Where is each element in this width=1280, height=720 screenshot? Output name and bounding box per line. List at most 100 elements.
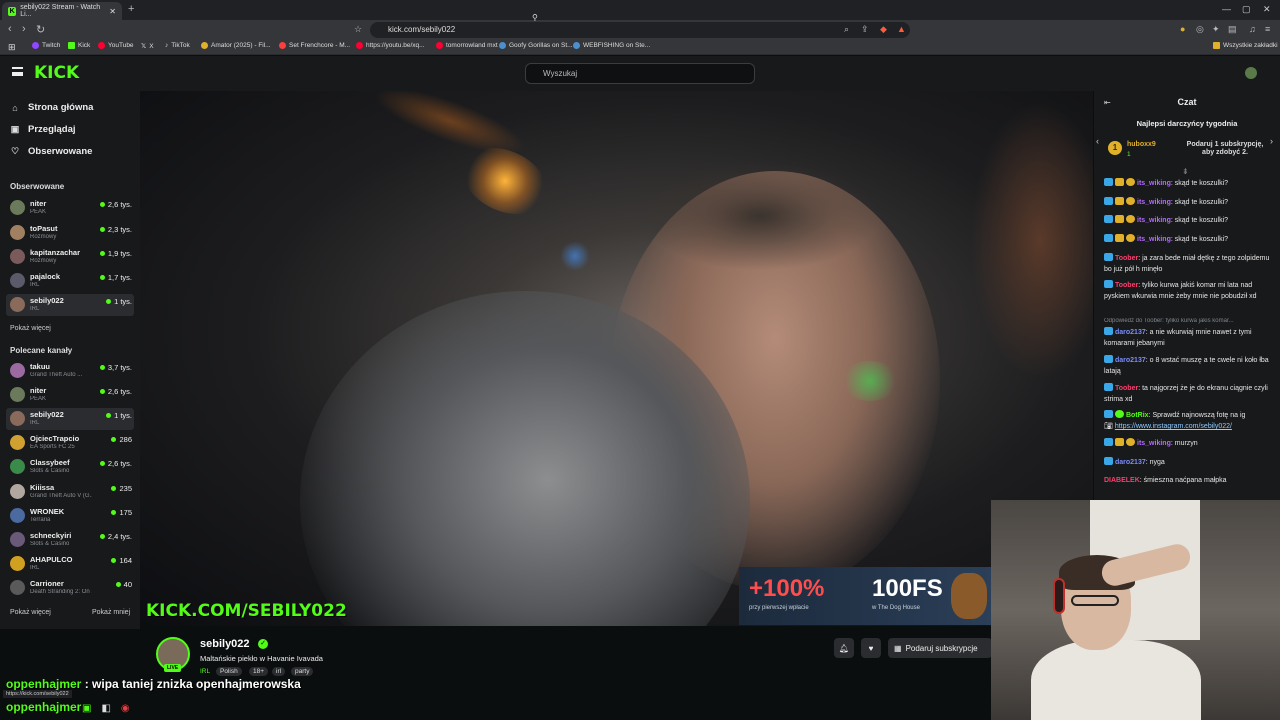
bookmark-tiktok[interactable]: ♪ TikTok bbox=[165, 42, 190, 49]
apps-grid-icon[interactable]: ⊞ bbox=[8, 42, 16, 53]
instagram-link[interactable]: https://www.instagram.com/sebily022/ bbox=[1115, 423, 1232, 430]
maximize-icon[interactable]: ▢ bbox=[1242, 4, 1251, 15]
top-gifter-name[interactable]: huboxx9 bbox=[1127, 141, 1156, 148]
media-icon[interactable]: ♫ bbox=[1249, 24, 1256, 34]
recommended-channel[interactable]: WRONEK Terraria 175 bbox=[6, 505, 134, 527]
x-icon: 𝕏 bbox=[141, 43, 147, 50]
url-field[interactable]: kick.com/sebily022 bbox=[370, 22, 910, 38]
chat-username[interactable]: BotRix bbox=[1126, 412, 1149, 419]
followed-channel[interactable]: niter PEAK 2,6 tys. bbox=[6, 197, 134, 219]
bookmark-youtube[interactable]: YouTube bbox=[98, 42, 134, 49]
follow-heart-button[interactable]: ♥ bbox=[861, 638, 881, 658]
chat-username[interactable]: its_wiking bbox=[1137, 236, 1171, 243]
recommended-channel[interactable]: Carrioner Death Stranding 2: On ... 40 bbox=[6, 577, 134, 599]
casino-ad-banner[interactable]: +100% 100FS przy pierwszej wpłacie w The… bbox=[739, 567, 991, 625]
badge-icon bbox=[1104, 383, 1113, 391]
new-tab-icon[interactable]: + bbox=[128, 3, 134, 15]
chat-username[interactable]: its_wiking bbox=[1137, 180, 1171, 187]
top-gifter-count: 1 bbox=[1127, 151, 1131, 158]
gift-subscription-button[interactable]: ▦ Podaruj subskrypcje bbox=[888, 638, 992, 658]
chevron-right-icon[interactable]: › bbox=[1270, 136, 1273, 146]
bookmark-amator[interactable]: Amator (2025) - Fil... bbox=[201, 42, 271, 49]
show-less-recommended-link[interactable]: Pokaż mniej bbox=[92, 609, 130, 616]
bookmark-goofy-gorillas[interactable]: Goofy Gorillas on St... bbox=[499, 42, 573, 49]
recommended-channel[interactable]: OjciecTrapcio EA Sports FC 25 286 bbox=[6, 432, 134, 454]
top-gifters-title: Najlepsi darczyńcy tygodnia bbox=[1136, 119, 1238, 128]
bookmark-star-icon[interactable]: ☆ bbox=[354, 24, 362, 35]
viewer-count: 1,9 tys. bbox=[99, 249, 132, 258]
zoom-icon[interactable]: ⌕ bbox=[844, 24, 849, 35]
extension-icon-2[interactable]: ◎ bbox=[1196, 24, 1204, 35]
reload-icon[interactable]: ↻ bbox=[36, 23, 45, 36]
chat-username[interactable]: Toober bbox=[1115, 282, 1138, 289]
bookmark-x[interactable]: 𝕏X bbox=[141, 42, 154, 51]
category-link[interactable]: IRL bbox=[200, 668, 210, 675]
forward-icon[interactable]: › bbox=[22, 23, 26, 35]
rewards-icon[interactable]: ▲ bbox=[897, 24, 906, 34]
recommended-channel[interactable]: schneckyiri Slots & Casino 2,4 tys. bbox=[6, 529, 134, 551]
tag-18plus[interactable]: 18+ bbox=[249, 667, 269, 676]
share-icon[interactable]: ⇪ bbox=[861, 24, 869, 35]
followed-channel-active[interactable]: sebily022 IRL 1 tys. bbox=[6, 294, 134, 316]
nav-browse[interactable]: ▣ Przeglądaj bbox=[10, 124, 76, 135]
channel-name[interactable]: sebily022 bbox=[200, 638, 250, 650]
recommended-channel[interactable]: niter PEAK 2,6 tys. bbox=[6, 384, 134, 406]
chat-username[interactable]: daro2137 bbox=[1115, 329, 1146, 336]
tag-polish[interactable]: Polish bbox=[216, 667, 242, 676]
sidebar-toggle-icon[interactable]: ▤ bbox=[1228, 24, 1237, 35]
show-more-recommended-link[interactable]: Pokaż więcej bbox=[10, 609, 51, 616]
show-more-followed-link[interactable]: Pokaż więcej bbox=[10, 325, 51, 332]
bookmark-frenchcore[interactable]: Set Frenchcore - M... bbox=[279, 42, 350, 49]
chat-username[interactable]: Toober bbox=[1115, 385, 1138, 392]
extensions-puzzle-icon[interactable]: ✦ bbox=[1212, 24, 1220, 35]
bookmarks-bar: ⊞ Twitch Kick YouTube 𝕏X ♪ TikTok Amator … bbox=[0, 40, 1280, 55]
extension-icon[interactable]: ● bbox=[1180, 24, 1185, 34]
chat-username[interactable]: its_wiking bbox=[1137, 440, 1171, 447]
recommended-channel[interactable]: Kiiissa Grand Theft Auto V (G... 235 bbox=[6, 481, 134, 503]
followed-channel[interactable]: pajalock IRL 1,7 tys. bbox=[6, 270, 134, 292]
followed-channel[interactable]: toPasut Rozmowy 2,3 tys. bbox=[6, 222, 134, 244]
app-icon[interactable]: ▣ bbox=[82, 703, 91, 714]
recommended-channel[interactable]: AHAPULCO IRL 164 bbox=[6, 553, 134, 575]
video-player[interactable] bbox=[140, 91, 1093, 626]
browser-menu-icon[interactable]: ≡ bbox=[1265, 24, 1270, 34]
gift-cta[interactable]: Podaruj 1 subskrypcję, aby zdobyć 2. bbox=[1180, 141, 1270, 157]
bookmark-tomorrowland[interactable]: tomorrowland mxt bbox=[436, 42, 498, 49]
kick-logo[interactable]: KICK bbox=[34, 63, 79, 83]
recommended-channel[interactable]: Classybeef Slots & Casino 2,6 tys. bbox=[6, 456, 134, 478]
bookmark-kick[interactable]: Kick bbox=[68, 42, 90, 49]
bookmark-twitch[interactable]: Twitch bbox=[32, 42, 60, 49]
chat-username[interactable]: its_wiking bbox=[1137, 217, 1171, 224]
back-icon[interactable]: ‹ bbox=[8, 23, 12, 35]
bookmark-youtu-be[interactable]: https://youtu.be/xq... bbox=[356, 42, 425, 49]
bookmark-webfishing[interactable]: WEBFISHING on Ste... bbox=[573, 42, 650, 49]
window-close-icon[interactable]: ✕ bbox=[1263, 4, 1271, 15]
brave-shield-icon[interactable]: ◆ bbox=[880, 24, 887, 35]
chat-username[interactable]: its_wiking bbox=[1137, 199, 1171, 206]
notification-bell-button[interactable]: 🔔︎ bbox=[834, 638, 854, 658]
app-icon[interactable]: ◉ bbox=[121, 703, 130, 714]
minimize-icon[interactable]: — bbox=[1222, 4, 1231, 14]
reply-note[interactable]: Odpowiedź do Toober: tyliko kurwa jakiś … bbox=[1104, 318, 1272, 324]
chat-message: BotRix: Sprawdź najnowszą fotę na ig 📷︎ h… bbox=[1104, 410, 1270, 432]
followed-channel[interactable]: kapitanzachar Rozmowy 1,9 tys. bbox=[6, 246, 134, 268]
tag-party[interactable]: party bbox=[291, 667, 314, 676]
hamburger-menu-icon[interactable] bbox=[12, 67, 23, 76]
chat-username[interactable]: DIABELEK bbox=[1104, 477, 1140, 484]
bookmark-folder-all[interactable]: Wszystkie zakładki bbox=[1213, 42, 1278, 49]
nav-following[interactable]: ♡ Obserwowane bbox=[10, 146, 92, 157]
browser-tab[interactable]: K sebily022 Stream - Watch Li... ✕ bbox=[2, 2, 122, 20]
search-input[interactable]: Wyszukaj bbox=[525, 63, 755, 84]
chat-message: daro2137: a nie wkurwiaj mnie nawet z ty… bbox=[1104, 327, 1270, 349]
tag-irl[interactable]: irl bbox=[272, 667, 286, 676]
chevron-left-icon[interactable]: ‹ bbox=[1096, 136, 1099, 146]
close-tab-icon[interactable]: ✕ bbox=[109, 7, 116, 16]
recommended-channel-active[interactable]: sebily022 IRL 1 tys. bbox=[6, 408, 134, 430]
nav-home[interactable]: ⌂ Strona główna bbox=[10, 102, 93, 113]
app-icon[interactable]: ◧ bbox=[101, 703, 110, 714]
user-avatar[interactable] bbox=[1245, 67, 1257, 79]
chat-username[interactable]: daro2137 bbox=[1115, 357, 1146, 364]
recommended-channel[interactable]: takuu Grand Theft Auto ... 3,7 tys. bbox=[6, 360, 134, 382]
chat-username[interactable]: daro2137 bbox=[1115, 459, 1146, 466]
chat-username[interactable]: Toober bbox=[1115, 255, 1138, 262]
